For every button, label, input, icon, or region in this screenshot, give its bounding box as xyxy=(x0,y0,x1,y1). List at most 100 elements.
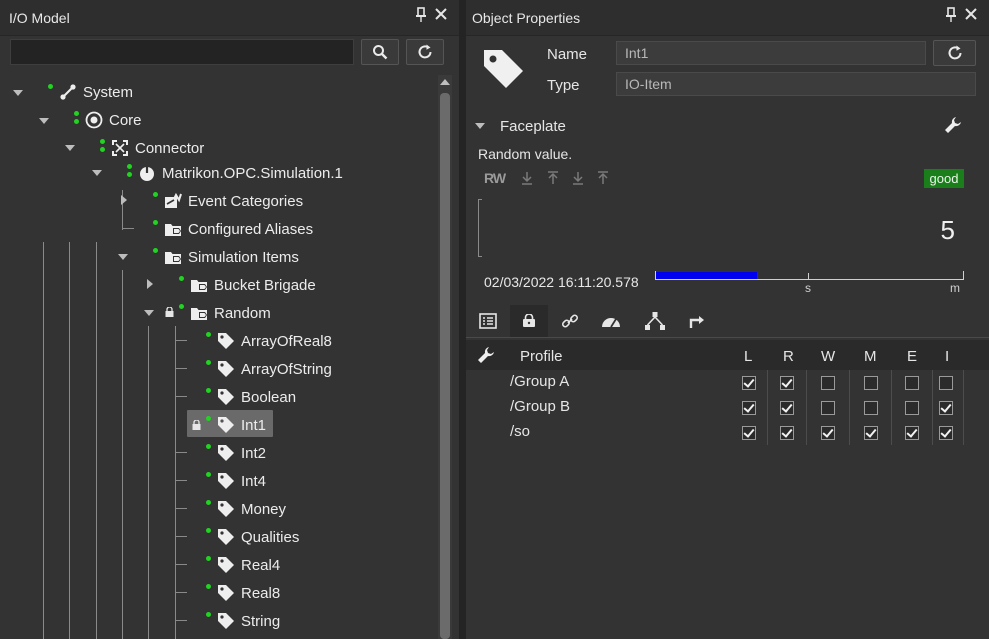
tree-item-money[interactable]: Money xyxy=(217,497,286,521)
pin-icon[interactable] xyxy=(415,7,427,23)
pin-icon[interactable] xyxy=(945,7,957,23)
tree-item-arrayofreal8[interactable]: ArrayOfReal8 xyxy=(217,329,332,353)
property-tabs xyxy=(466,305,989,338)
collapse-arrow-icon[interactable] xyxy=(92,170,102,176)
tab-gauge[interactable] xyxy=(592,305,630,337)
permission-checkbox[interactable] xyxy=(742,401,756,415)
tree-item-int4[interactable]: Int4 xyxy=(217,469,266,493)
refresh-icon xyxy=(948,45,961,60)
tree-item-label: Random xyxy=(214,304,271,322)
permission-checkbox[interactable] xyxy=(864,376,878,390)
tree-item-simulation-items[interactable]: Simulation Items xyxy=(164,245,299,269)
table-row[interactable]: /so xyxy=(466,420,989,445)
permission-checkbox[interactable] xyxy=(780,426,794,440)
column-header-l[interactable]: L xyxy=(744,348,752,365)
column-header-m[interactable]: M xyxy=(864,348,877,365)
expand-arrow-icon[interactable] xyxy=(121,195,127,205)
permission-checkbox[interactable] xyxy=(821,401,835,415)
expand-arrow-icon[interactable] xyxy=(147,279,153,289)
close-icon[interactable] xyxy=(433,6,449,22)
tab-hierarchy[interactable] xyxy=(636,305,674,337)
download-bottom-icon[interactable] xyxy=(570,170,586,186)
timeline-label-m: m xyxy=(950,281,960,295)
permission-checkbox[interactable] xyxy=(821,376,835,390)
permission-checkbox[interactable] xyxy=(780,376,794,390)
search-button[interactable] xyxy=(361,39,399,65)
panel-splitter[interactable] xyxy=(459,0,466,639)
tree-item-random[interactable]: Random xyxy=(190,301,271,325)
tree-item-string[interactable]: String xyxy=(217,609,280,633)
table-row[interactable]: /Group B xyxy=(466,395,989,420)
io-model-panel: I/O Model System Core Connector Matrikon… xyxy=(0,0,459,639)
permission-checkbox[interactable] xyxy=(821,426,835,440)
close-icon[interactable] xyxy=(963,6,979,22)
collapse-arrow-icon[interactable] xyxy=(13,90,23,96)
collapse-arrow-icon[interactable] xyxy=(65,145,75,151)
tree-item-arrayofstring[interactable]: ArrayOfString xyxy=(217,357,332,381)
scroll-thumb[interactable] xyxy=(440,93,450,639)
tab-links[interactable] xyxy=(551,305,589,337)
tree-guide xyxy=(175,452,187,453)
tree-item-real4[interactable]: Real4 xyxy=(217,553,280,577)
permission-checkbox[interactable] xyxy=(905,426,919,440)
tree-item-matrikon[interactable]: Matrikon.OPC.Simulation.1 xyxy=(138,161,343,185)
tree-item-label: Int1 xyxy=(241,416,267,434)
scroll-up-icon[interactable] xyxy=(440,79,450,85)
permission-checkbox[interactable] xyxy=(780,401,794,415)
upload-icon[interactable] xyxy=(595,170,611,186)
faceplate-header[interactable]: Faceplate xyxy=(466,110,989,140)
collapse-arrow-icon[interactable] xyxy=(39,118,49,124)
permission-checkbox[interactable] xyxy=(905,401,919,415)
tree-item-label: Simulation Items xyxy=(188,248,299,266)
tree-item-real8[interactable]: Real8 xyxy=(217,581,280,605)
tree-item-core[interactable]: Core xyxy=(85,108,142,132)
tree-item-label: Bucket Brigade xyxy=(214,276,316,294)
tree-item-system[interactable]: System xyxy=(59,80,133,104)
collapse-arrow-icon[interactable] xyxy=(118,254,128,260)
column-header-r[interactable]: R xyxy=(783,348,794,365)
tree-guide xyxy=(122,270,123,639)
name-field[interactable]: Int1 xyxy=(616,41,926,65)
tree-item-label: ArrayOfString xyxy=(241,360,332,378)
collapse-arrow-icon[interactable] xyxy=(144,310,154,316)
lock-icon xyxy=(523,314,535,327)
status-dot-icon xyxy=(206,500,211,505)
wrench-icon[interactable] xyxy=(477,346,495,364)
tab-redirect[interactable] xyxy=(678,305,716,337)
tag-icon xyxy=(218,417,234,433)
rename-refresh-button[interactable] xyxy=(933,40,976,66)
permission-checkbox[interactable] xyxy=(905,376,919,390)
permission-checkbox[interactable] xyxy=(742,376,756,390)
tree-item-int2[interactable]: Int2 xyxy=(217,441,266,465)
column-header-e[interactable]: E xyxy=(907,348,917,365)
collapse-arrow-icon[interactable] xyxy=(475,123,485,129)
timeline-tick xyxy=(963,271,964,280)
tree-item-label: Boolean xyxy=(241,388,297,406)
tree-item-configured-aliases[interactable]: Configured Aliases xyxy=(164,217,313,241)
tab-security[interactable] xyxy=(510,305,548,337)
download-icon[interactable] xyxy=(519,170,535,186)
tree-scrollbar[interactable] xyxy=(438,75,452,639)
tree-item-event-categories[interactable]: Event Categories xyxy=(164,189,303,213)
tree-item-boolean[interactable]: Boolean xyxy=(217,385,296,409)
wrench-icon[interactable] xyxy=(944,116,962,134)
table-row[interactable]: /Group A xyxy=(466,370,989,395)
tab-details[interactable] xyxy=(469,305,507,337)
permission-checkbox[interactable] xyxy=(939,376,953,390)
permission-checkbox[interactable] xyxy=(864,426,878,440)
tree-item-bucket-brigade[interactable]: Bucket Brigade xyxy=(190,273,316,297)
refresh-button[interactable] xyxy=(406,39,444,65)
column-header-i[interactable]: I xyxy=(945,348,949,365)
search-input[interactable] xyxy=(10,39,354,65)
permission-checkbox[interactable] xyxy=(939,401,953,415)
tree-item-int1[interactable]: Int1 xyxy=(217,413,266,437)
tree-item-connector[interactable]: Connector xyxy=(111,136,204,160)
column-header-w[interactable]: W xyxy=(821,348,835,365)
tree-item-qualities[interactable]: Qualities xyxy=(217,525,299,549)
permission-checkbox[interactable] xyxy=(864,401,878,415)
column-header-profile[interactable]: Profile xyxy=(520,348,563,365)
permission-checkbox[interactable] xyxy=(939,426,953,440)
permission-checkbox[interactable] xyxy=(742,426,756,440)
tree-item-label: Int2 xyxy=(241,444,267,462)
upload-top-icon[interactable] xyxy=(545,170,561,186)
